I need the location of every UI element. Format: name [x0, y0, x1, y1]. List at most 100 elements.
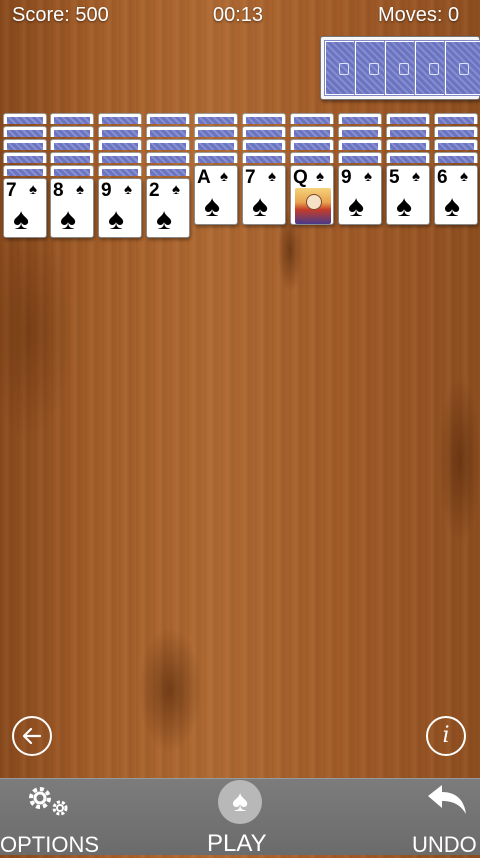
card-suit-small: ♠ [29, 181, 37, 198]
gears-icon [29, 787, 68, 816]
tableau-column[interactable]: 9 ♠ ♠ [98, 113, 142, 238]
card-back-emblem [339, 63, 349, 75]
face-up-card[interactable]: 2 ♠ ♠ [146, 178, 190, 238]
card-rank: 8 [53, 180, 64, 201]
face-down-card [3, 139, 47, 150]
stock-pile[interactable] [320, 36, 480, 100]
face-down-card [194, 126, 238, 137]
stock-card[interactable] [444, 40, 480, 96]
tableau-column[interactable]: 7 ♠ ♠ [242, 113, 286, 225]
face-down-card [386, 113, 430, 124]
card-rank: 6 [437, 167, 448, 188]
face-down-card [386, 139, 430, 150]
face-down-card [146, 113, 190, 124]
queen-portrait-icon [295, 188, 331, 224]
face-down-card [194, 113, 238, 124]
face-down-card [50, 152, 94, 163]
face-down-card [242, 126, 286, 137]
face-up-card[interactable]: 7 ♠ ♠ [242, 165, 286, 225]
tableau-column[interactable]: 7 ♠ ♠ [3, 113, 47, 238]
card-rank: 9 [101, 180, 112, 201]
spade-icon: ♠ [232, 785, 248, 818]
face-up-card[interactable]: 8 ♠ ♠ [50, 178, 94, 238]
face-up-card[interactable]: 5 ♠ ♠ [386, 165, 430, 225]
undo-button[interactable] [424, 782, 470, 823]
card-back-emblem [369, 63, 379, 75]
card-suit-small: ♠ [412, 168, 420, 185]
tableau-column[interactable]: Q ♠ [290, 113, 334, 225]
card-back-emblem [429, 63, 439, 75]
face-down-card [98, 165, 142, 176]
face-up-card[interactable]: 6 ♠ ♠ [434, 165, 478, 225]
face-down-card [146, 126, 190, 137]
face-up-card[interactable]: 7 ♠ ♠ [3, 178, 47, 238]
card-suit-large: ♠ [60, 203, 76, 236]
card-back-emblem [459, 63, 469, 75]
face-down-card [146, 152, 190, 163]
card-suit-large: ♠ [156, 203, 172, 236]
face-up-card[interactable]: 9 ♠ ♠ [338, 165, 382, 225]
options-label[interactable]: OPTIONS [0, 832, 99, 858]
tableau-column[interactable]: 8 ♠ ♠ [50, 113, 94, 238]
face-down-card [338, 152, 382, 163]
face-up-card[interactable]: Q ♠ [290, 165, 334, 225]
face-down-card [242, 139, 286, 150]
face-down-card [290, 139, 334, 150]
face-up-card[interactable]: 9 ♠ ♠ [98, 178, 142, 238]
card-rank: 7 [6, 180, 17, 201]
face-down-card [338, 139, 382, 150]
options-button[interactable] [24, 784, 72, 823]
play-button[interactable]: ♠ [218, 780, 262, 824]
card-rank: 2 [149, 180, 160, 201]
undo-arrow-icon [428, 785, 466, 814]
card-back-emblem [399, 63, 409, 75]
face-down-card [194, 152, 238, 163]
card-suit-small: ♠ [220, 168, 228, 185]
face-down-card [50, 113, 94, 124]
face-down-card [194, 139, 238, 150]
card-suit-small: ♠ [364, 168, 372, 185]
face-down-card [3, 113, 47, 124]
tableau-column[interactable]: 6 ♠ ♠ [434, 113, 478, 225]
card-rank: 5 [389, 167, 400, 188]
tableau-column[interactable]: 9 ♠ ♠ [338, 113, 382, 225]
card-suit-small: ♠ [76, 181, 84, 198]
card-rank: Q [293, 167, 308, 188]
card-suit-large: ♠ [444, 190, 460, 223]
tableau-column[interactable]: 5 ♠ ♠ [386, 113, 430, 225]
face-down-card [242, 152, 286, 163]
card-suit-large: ♠ [13, 203, 29, 236]
face-down-card [434, 126, 478, 137]
face-down-card [3, 165, 47, 176]
face-down-card [290, 113, 334, 124]
face-down-card [98, 139, 142, 150]
face-down-card [386, 152, 430, 163]
tableau-column[interactable]: 2 ♠ ♠ [146, 113, 190, 238]
card-suit-large: ♠ [396, 190, 412, 223]
face-down-card [146, 139, 190, 150]
face-down-card [98, 126, 142, 137]
face-down-card [434, 152, 478, 163]
card-suit-large: ♠ [108, 203, 124, 236]
tableau-column[interactable]: A ♠ ♠ [194, 113, 238, 225]
moves-label: Moves: 0 [378, 4, 460, 26]
card-rank: A [197, 167, 211, 188]
card-suit-small: ♠ [124, 181, 132, 198]
info-button[interactable]: i [426, 716, 466, 756]
card-rank: 9 [341, 167, 352, 188]
face-down-card [338, 126, 382, 137]
undo-label[interactable]: UNDO [412, 832, 477, 858]
face-up-card[interactable]: A ♠ ♠ [194, 165, 238, 225]
card-suit-small: ♠ [460, 168, 468, 185]
info-icon: i [442, 723, 450, 748]
face-down-card [146, 165, 190, 176]
back-button[interactable] [12, 716, 52, 756]
card-suit-large: ♠ [348, 190, 364, 223]
face-down-card [50, 126, 94, 137]
face-down-card [98, 152, 142, 163]
face-down-card [3, 152, 47, 163]
card-suit-small: ♠ [316, 168, 324, 185]
queen-face [306, 194, 322, 210]
face-down-card [98, 113, 142, 124]
score-label: Score: 500 [12, 4, 109, 26]
